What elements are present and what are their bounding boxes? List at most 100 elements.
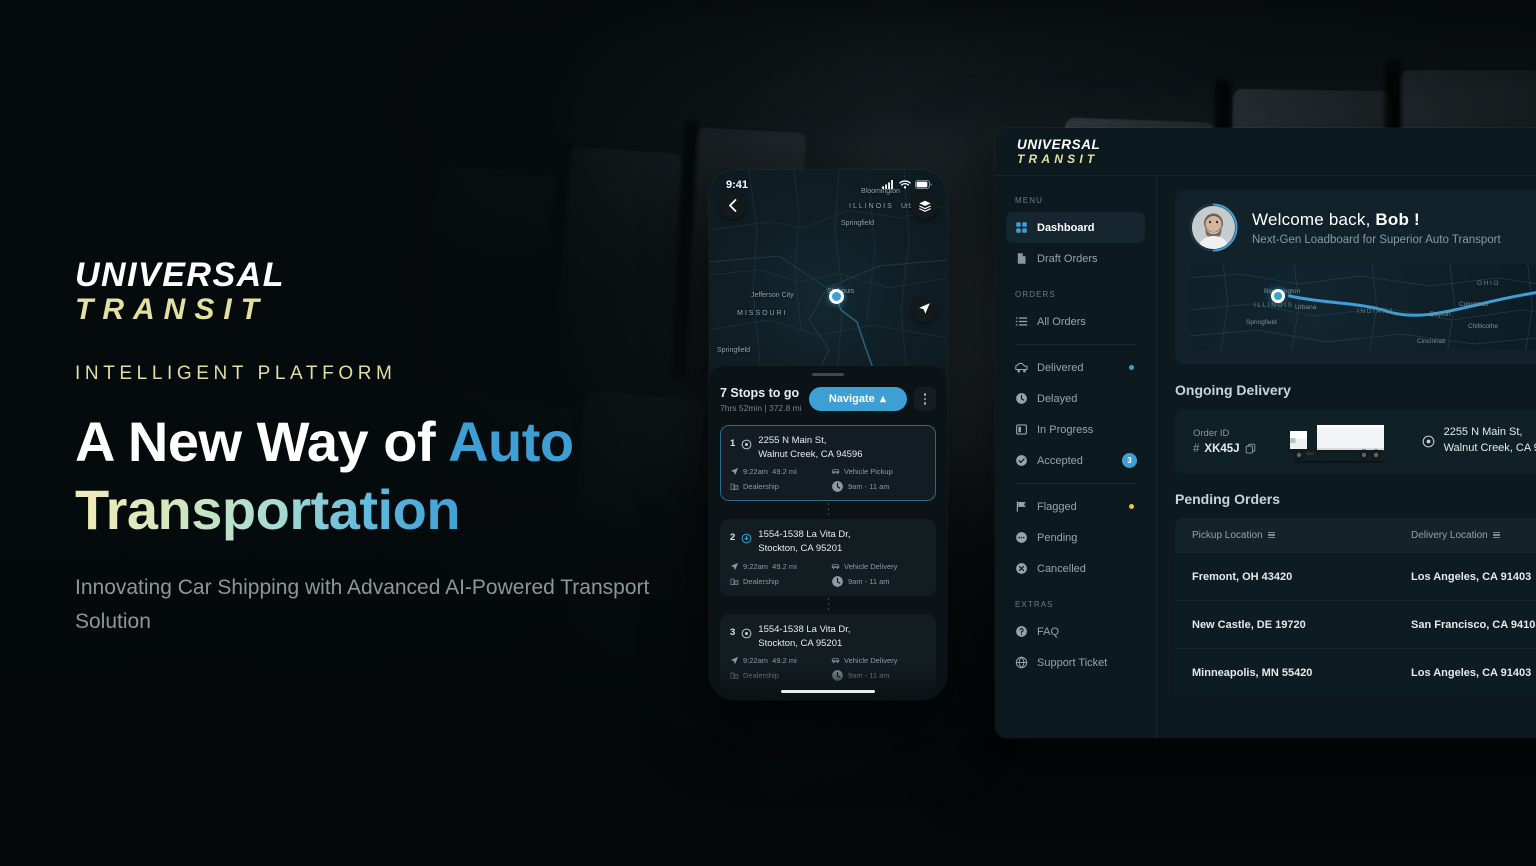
list-icon [1015, 317, 1028, 326]
stop-address-line-1: 1554-1538 La Vita Dr, [758, 623, 851, 635]
layers-icon [918, 200, 931, 212]
truck-icon [1015, 361, 1028, 374]
cell-delivery-location: San Francisco, CA 94105 [1411, 618, 1536, 631]
stop-time: 9:22am 49.2 mi [730, 562, 825, 571]
table-column-header[interactable]: Delivery Location [1394, 530, 1536, 541]
sidebar-item-draft-orders[interactable]: Draft Orders [1006, 243, 1145, 274]
wifi-icon [899, 180, 911, 189]
avatar[interactable] [1189, 203, 1238, 252]
car-icon [831, 564, 840, 570]
ongoing-delivery-card[interactable]: Order ID # XK45J 2255 N Main St, Walnut … [1175, 409, 1536, 473]
dashboard-logo[interactable]: UNIVERSAL TRANSIT [1017, 138, 1100, 166]
question-circle-icon [1016, 626, 1027, 637]
sidebar-item-label: Delivered [1037, 361, 1084, 374]
progress-icon [1015, 423, 1028, 436]
connector-dash [827, 503, 829, 518]
sidebar-item-all-orders[interactable]: All Orders [1006, 306, 1145, 337]
hero-logo-bottom: TRANSIT [75, 293, 268, 326]
stop-header: 2 1554-1538 La Vita Dr, Stockton, CA 95201 [730, 528, 926, 556]
target-pin-icon [741, 439, 752, 450]
map-label: Springfield [717, 347, 751, 354]
sidebar-item-support-ticket[interactable]: Support Ticket [1006, 647, 1145, 678]
copy-icon[interactable] [1245, 443, 1256, 454]
sidebar-item-pending[interactable]: Pending [1006, 522, 1145, 553]
hero-headline: A New Way of Auto Transportation [75, 408, 715, 545]
stop-card[interactable]: 1 2255 N Main St, Walnut Creek, CA 94596 9:… [720, 424, 936, 502]
phone-status-bar: 9:41 [709, 170, 947, 196]
stop-time: 9:22am 49.2 mi [730, 467, 825, 476]
stop-header: 1 2255 N Main St, Walnut Creek, CA 94596 [730, 434, 926, 462]
check-circle-icon [1016, 455, 1027, 466]
sidebar-item-dashboard[interactable]: Dashboard [1006, 212, 1145, 243]
welcome-card: Welcome back, Bob ! Next-Gen Loadboard f… [1175, 190, 1536, 364]
map-label: ILLINOIS [849, 203, 894, 210]
hero-subheadline: Innovating Car Shipping with Advanced AI… [75, 575, 650, 633]
stop-place: Dealership [730, 480, 825, 493]
sheet-header: 7 Stops to go 7hrs 52min | 372.8 mi Navi… [720, 385, 936, 413]
table-row[interactable]: Fremont, OH 43420 Los Angeles, CA 91403 [1175, 552, 1536, 600]
dashboard-logo-bottom: TRANSIT [1017, 152, 1099, 167]
headline-part-2: Transportation [75, 478, 461, 542]
stop-address-line-2: Stockton, CA 95201 [758, 543, 843, 555]
list-icon [1015, 315, 1028, 328]
phone-mockup: BloomingtonILLINOISUrbanSpringfieldSt. L… [709, 170, 947, 700]
sidebar-item-cancelled[interactable]: Cancelled [1006, 553, 1145, 584]
status-time: 9:41 [726, 178, 749, 191]
table-row[interactable]: Minneapolis, MN 55420 Los Angeles, CA 914… [1175, 648, 1536, 696]
stop-address-line-2: Walnut Creek, CA 94596 [758, 448, 863, 460]
clock-icon [832, 576, 843, 587]
stop-card[interactable]: 2 1554-1538 La Vita Dr, Stockton, CA 95201… [720, 519, 936, 596]
order-id-value: XK45J [1204, 442, 1240, 455]
clock-icon [832, 481, 843, 493]
map-label: Springfield [841, 220, 875, 227]
stop-pin [741, 623, 752, 644]
welcome-map-label: INDIANA [1357, 308, 1395, 315]
connector-dash [827, 597, 829, 612]
stop-connector [720, 596, 936, 614]
truck-icon [1015, 362, 1028, 373]
sidebar-item-label: Support Ticket [1037, 656, 1108, 669]
navigate-button[interactable]: Navigate [808, 386, 907, 411]
map-layers-button[interactable] [911, 192, 938, 219]
sheet-more-button[interactable] [914, 386, 936, 411]
sort-icon[interactable] [1267, 531, 1275, 539]
phone-map[interactable]: BloomingtonILLINOISUrbanSpringfieldSt. L… [709, 170, 947, 374]
stop-address: 1554-1538 La Vita Dr, Stockton, CA 95201 [758, 623, 850, 651]
welcome-map-label: OHIO [1477, 280, 1501, 287]
hero-section: UNIVERSAL TRANSIT INTELLIGENT PLATFORM A… [75, 258, 715, 639]
table-row[interactable]: New Castle, DE 19720 San Francisco, CA 94… [1175, 600, 1536, 648]
sidebar-item-faq[interactable]: FAQ [1006, 616, 1145, 647]
sidebar-divider [1015, 344, 1136, 345]
welcome-greeting: Welcome back, Bob ! [1252, 210, 1501, 230]
x-circle-icon [1016, 563, 1027, 574]
stop-type: Vehicle Delivery [831, 656, 926, 665]
flag-icon [1015, 500, 1028, 513]
welcome-text: Welcome back, Bob ! Next-Gen Loadboard f… [1252, 210, 1501, 246]
dashboard-window: UNIVERSAL TRANSIT MENU Dashboard Draft Or… [995, 128, 1536, 738]
welcome-header: Welcome back, Bob ! Next-Gen Loadboard f… [1189, 203, 1536, 252]
sidebar-item-label: Dashboard [1037, 221, 1095, 234]
welcome-subtitle: Next-Gen Loadboard for Superior Auto Tra… [1252, 233, 1501, 246]
sidebar-item-accepted[interactable]: Accepted 3 [1006, 445, 1145, 476]
building-icon [730, 484, 739, 491]
hero-logo: UNIVERSAL TRANSIT [75, 258, 715, 325]
table-column-header[interactable]: Pickup Location [1175, 530, 1394, 541]
headline-accent-auto: Auto [448, 410, 574, 473]
map-back-button[interactable] [719, 192, 746, 219]
sidebar-item-flagged[interactable]: Flagged [1006, 491, 1145, 522]
sheet-grabber[interactable] [812, 373, 844, 376]
sidebar-item-in-progress[interactable]: In Progress [1006, 414, 1145, 445]
x-circle-icon [1015, 562, 1028, 575]
stop-header: 3 1554-1538 La Vita Dr, Stockton, CA 95201 [730, 623, 926, 651]
sidebar-item-delivered[interactable]: Delivered [1006, 352, 1145, 383]
map-label: MISSOURI [737, 310, 788, 317]
stop-pin [741, 434, 752, 455]
map-locate-button[interactable] [911, 295, 938, 322]
welcome-route-map[interactable]: BloomingtonILLINOISUrbanaSpringfieldINDI… [1189, 264, 1536, 350]
status-icons [882, 180, 932, 189]
sort-icon[interactable] [1492, 531, 1500, 539]
sidebar-item-delayed[interactable]: Delayed [1006, 383, 1145, 414]
flag-icon [1016, 501, 1026, 512]
stop-address: 2255 N Main St, Walnut Creek, CA 94596 [758, 434, 862, 462]
phone-bottom-sheet: 7 Stops to go 7hrs 52min | 372.8 mi Navi… [709, 366, 947, 700]
